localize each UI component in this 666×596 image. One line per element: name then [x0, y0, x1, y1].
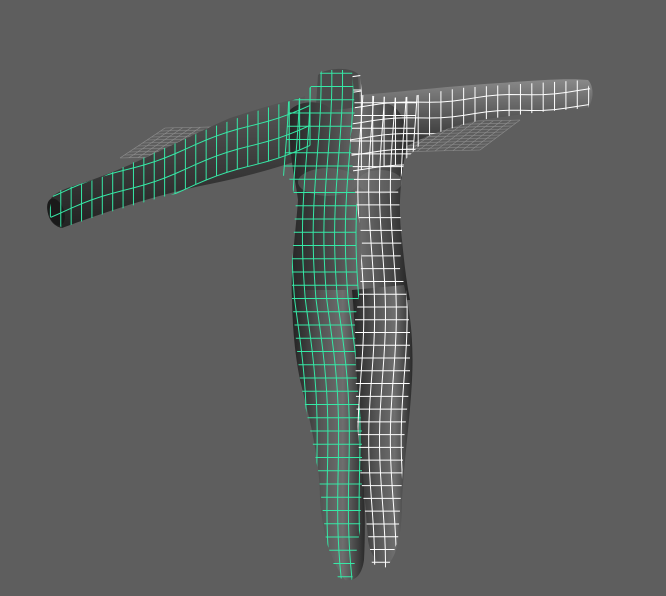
- edge-ring: [350, 70, 592, 78]
- edge-ring: [350, 41, 600, 62]
- edge-ring: [40, 0, 310, 62]
- edge-loop: [411, 89, 419, 568]
- torso[interactable]: [289, 102, 410, 300]
- edge-ring: [48, 70, 311, 103]
- 3d-viewport[interactable]: [0, 0, 666, 596]
- edge-ring: [48, 70, 311, 83]
- chest-highlight: [298, 168, 358, 196]
- viewport-canvas[interactable]: [0, 0, 666, 596]
